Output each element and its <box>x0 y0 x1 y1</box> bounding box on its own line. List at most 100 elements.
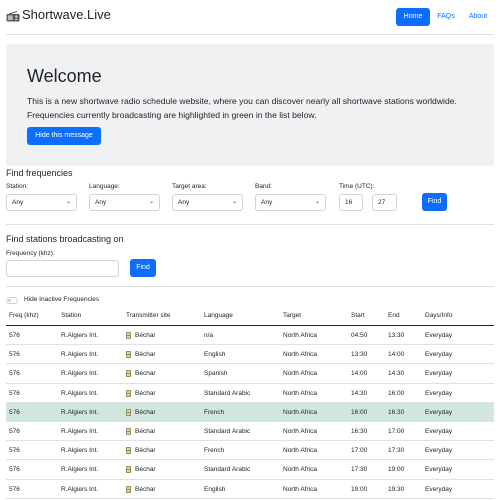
cell-language: Spanish <box>204 370 228 378</box>
chevron-down-icon: ⌄ <box>65 199 71 205</box>
cell-end: 16:30 <box>388 408 405 416</box>
cell-language: French <box>204 447 225 455</box>
language-select[interactable]: Any ⌄ <box>89 194 160 211</box>
find-stations-button[interactable]: Find <box>130 259 156 277</box>
frequency-label: Frequency (khz): <box>6 250 55 257</box>
col-header-end: End <box>388 312 400 319</box>
cell-freq: 576 <box>9 485 20 493</box>
hide-inactive-toggle[interactable] <box>6 297 18 304</box>
time-label: Time (UTC): <box>339 183 375 190</box>
col-header-site: Transmitter site <box>126 312 171 319</box>
cell-site: Béchar <box>126 389 156 397</box>
table-row[interactable]: 576 R.Algiers Int. Béchar Standard Arabic No… <box>6 384 494 403</box>
table-row[interactable]: 576 R.Algiers Int. Béchar English North Afri… <box>6 480 494 499</box>
table-row[interactable]: 576 R.Algiers Int. Béchar n/a North Africa 04… <box>6 326 494 346</box>
cell-site: Béchar <box>126 447 156 455</box>
cell-start: 16:30 <box>351 427 368 435</box>
cell-target: North Africa <box>283 389 317 397</box>
site-name: Béchar <box>135 447 156 455</box>
cell-days: Everyday <box>425 466 453 474</box>
cell-language: English <box>204 485 226 493</box>
cell-language: Standard Arabic <box>204 389 251 397</box>
cell-language: English <box>204 351 226 359</box>
station-label: Station: <box>6 183 29 190</box>
cell-station: R.Algiers Int. <box>61 332 99 339</box>
cell-station: R.Algiers Int. <box>61 370 99 378</box>
cell-target: North Africa <box>283 447 317 455</box>
band-select-value: Any <box>261 199 273 206</box>
cell-start: 17:30 <box>351 466 368 474</box>
cell-end: 17:00 <box>388 427 405 435</box>
cell-station: R.Algiers Int. <box>61 427 99 435</box>
cell-days: Everyday <box>425 351 453 359</box>
cell-site: Béchar <box>126 351 156 359</box>
table-row[interactable]: 576 R.Algiers Int. Béchar French North Afric… <box>6 402 494 422</box>
site-name: Béchar <box>135 466 156 474</box>
nav-home-link[interactable]: Home <box>396 8 430 26</box>
cell-target: North Africa <box>283 351 317 359</box>
cell-start: 13:30 <box>351 351 368 359</box>
cell-freq: 576 <box>9 427 20 435</box>
navbar-divider <box>6 34 494 35</box>
cell-station: R.Algiers Int. <box>61 408 99 416</box>
site-name: Béchar <box>135 485 156 493</box>
radio-icon <box>6 9 20 22</box>
hide-inactive-label: Hide Inactive Frequencies <box>24 296 100 303</box>
brand[interactable]: Shortwave.Live <box>6 7 111 22</box>
section-divider <box>6 224 494 225</box>
cell-language: n/a <box>204 332 214 339</box>
cell-target: North Africa <box>283 332 317 339</box>
cell-language: French <box>204 408 225 416</box>
brand-name: Shortwave.Live <box>22 7 111 22</box>
cell-start: 16:00 <box>351 408 368 416</box>
find-frequencies-title: Find frequencies <box>6 168 73 178</box>
table-row[interactable]: 576 R.Algiers Int. Béchar French North Afric… <box>6 441 494 461</box>
cell-end: 13:30 <box>388 332 405 339</box>
table-row[interactable]: 576 R.Algiers Int. Béchar Standard Arabic No… <box>6 422 494 442</box>
find-frequencies-button[interactable]: Find <box>422 193 447 211</box>
cell-start: 14:00 <box>351 370 368 378</box>
table-row[interactable]: 576 R.Algiers Int. Béchar English North Afri… <box>6 345 494 365</box>
cell-days: Everyday <box>425 485 453 493</box>
cell-target: North Africa <box>283 466 317 474</box>
transmitter-tower-icon <box>126 332 131 339</box>
frequency-table: Freq (khz) Station Transmitter site Lang… <box>6 308 494 499</box>
target-area-label: Target area: <box>172 183 207 190</box>
col-header-language: Language <box>204 312 233 319</box>
nav-about-link[interactable]: About <box>462 8 494 26</box>
table-header: Freq (khz) Station Transmitter site Lang… <box>6 308 494 326</box>
cell-days: Everyday <box>425 447 453 455</box>
cell-days: Everyday <box>425 370 453 378</box>
site-name: Béchar <box>135 370 156 378</box>
cell-site: Béchar <box>126 466 156 474</box>
target-area-select[interactable]: Any ⌄ <box>172 194 243 211</box>
cell-end: 16:00 <box>388 389 405 397</box>
table-row[interactable]: 576 R.Algiers Int. Béchar Standard Arabic No… <box>6 460 494 480</box>
cell-target: North Africa <box>283 408 317 416</box>
cell-start: 04:50 <box>351 332 368 339</box>
station-select[interactable]: Any ⌄ <box>6 194 77 211</box>
table-row[interactable]: 576 R.Algiers Int. Béchar Spanish North Afri… <box>6 364 494 384</box>
cell-freq: 576 <box>9 370 20 378</box>
cell-station: R.Algiers Int. <box>61 351 99 359</box>
band-select[interactable]: Any ⌄ <box>255 194 326 211</box>
cell-site: Béchar <box>126 332 156 339</box>
cell-site: Béchar <box>126 408 156 416</box>
cell-start: 14:30 <box>351 389 368 397</box>
transmitter-tower-icon <box>126 485 131 493</box>
transmitter-tower-icon <box>126 466 131 474</box>
frequency-input[interactable] <box>6 260 119 277</box>
cell-end: 19:30 <box>388 485 405 493</box>
time-hour-input[interactable]: 16 <box>339 194 363 211</box>
cell-days: Everyday <box>425 427 453 435</box>
nav-faqs-link[interactable]: FAQs <box>433 8 459 26</box>
time-minute-input[interactable]: 27 <box>372 194 397 211</box>
target-area-select-value: Any <box>178 199 190 206</box>
site-name: Béchar <box>135 351 156 359</box>
hide-message-button[interactable]: Hide this message <box>27 127 101 145</box>
cell-end: 14:30 <box>388 370 405 378</box>
cell-days: Everyday <box>425 389 453 397</box>
cell-freq: 576 <box>9 332 20 339</box>
col-header-target: Target <box>283 312 302 319</box>
col-header-freq: Freq (khz) <box>9 312 39 319</box>
